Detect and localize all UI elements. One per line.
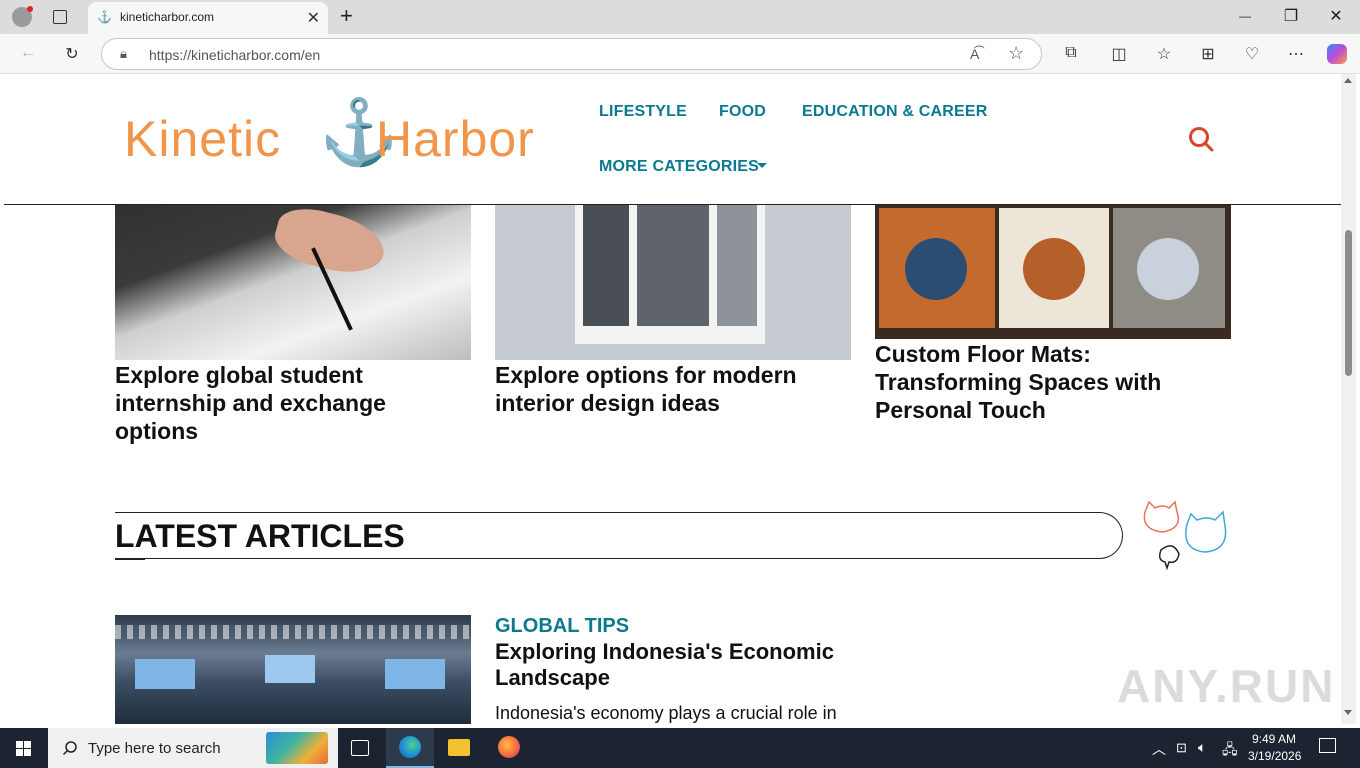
nav-lifestyle[interactable]: LIFESTYLE bbox=[599, 103, 687, 121]
cat-face-icon bbox=[1137, 238, 1199, 300]
page-viewport: Explore global student internship and ex… bbox=[4, 74, 1341, 724]
scroll-up-arrow-icon[interactable] bbox=[1344, 78, 1352, 83]
active-tab[interactable]: ⚓ kineticharbor.com ✕ bbox=[88, 2, 328, 34]
tab-actions-icon[interactable] bbox=[53, 10, 67, 24]
collections-icon[interactable]: ⊞ bbox=[1197, 44, 1219, 64]
caret-down-icon bbox=[757, 163, 767, 168]
more-menu-icon[interactable]: ⋯ bbox=[1285, 44, 1307, 64]
nav-food[interactable]: FOOD bbox=[719, 103, 766, 121]
url-text: https://kineticharbor.com/en bbox=[149, 47, 321, 63]
magnifier-icon bbox=[62, 741, 77, 756]
article-category[interactable]: GLOBAL TIPS bbox=[495, 615, 629, 638]
lock-icon[interactable]: 🔒︎ bbox=[120, 46, 127, 62]
minimize-button[interactable]: — bbox=[1235, 9, 1255, 23]
extensions-icon[interactable]: ⧉ bbox=[1060, 44, 1082, 62]
article-image-stock-exchange[interactable] bbox=[115, 615, 471, 724]
nav-education-career[interactable]: EDUCATION & CAREER bbox=[802, 103, 988, 121]
browser-toolbar: ← ↻ 🔒︎ https://kineticharbor.com/en A͡ ☆… bbox=[0, 34, 1360, 74]
clock-date[interactable]: 3/19/2026 bbox=[1248, 749, 1301, 763]
anyrun-watermark: ANY.RUN bbox=[1117, 660, 1336, 712]
cat-face-icon bbox=[1023, 238, 1085, 300]
tray-app-icon[interactable]: ⊡ bbox=[1176, 740, 1187, 756]
copilot-icon[interactable] bbox=[1327, 44, 1347, 64]
refresh-icon[interactable]: ↻ bbox=[61, 44, 83, 64]
browser-tab-bar: ⚓ kineticharbor.com ✕ + — ❐ ✕ bbox=[0, 0, 1360, 34]
favorite-star-icon[interactable]: ☆ bbox=[1008, 43, 1024, 64]
card-title-floor-mats[interactable]: Custom Floor Mats: Transforming Spaces w… bbox=[875, 340, 1215, 424]
tab-title: kineticharbor.com bbox=[120, 10, 215, 24]
tray-chevron-icon[interactable]: ︿ bbox=[1152, 739, 1166, 759]
notification-dot bbox=[27, 6, 33, 12]
hand-shape bbox=[269, 200, 391, 283]
maximize-button[interactable]: ❐ bbox=[1281, 6, 1301, 26]
notification-center-icon[interactable] bbox=[1319, 738, 1336, 753]
new-tab-button[interactable]: + bbox=[340, 3, 353, 29]
search-highlight-puzzle-icon[interactable] bbox=[266, 732, 328, 764]
window-frame bbox=[575, 194, 765, 344]
split-screen-icon[interactable]: ◫ bbox=[1108, 44, 1130, 64]
taskbar-search-box[interactable]: Type here to search bbox=[48, 728, 338, 768]
firefox-icon[interactable] bbox=[498, 736, 520, 758]
read-aloud-icon[interactable]: A͡ bbox=[970, 46, 979, 62]
address-bar[interactable]: 🔒︎ https://kineticharbor.com/en A͡ ☆ bbox=[101, 38, 1042, 70]
tab-close-icon[interactable]: ✕ bbox=[307, 8, 320, 28]
favorites-icon[interactable]: ☆ bbox=[1153, 44, 1175, 64]
windows-taskbar: Type here to search ︿ ⊡ 🔈︎ 🖧︎ 9:49 AM 3/… bbox=[0, 728, 1360, 768]
volume-icon[interactable]: 🔈︎ bbox=[1198, 739, 1206, 756]
back-icon[interactable]: ← bbox=[17, 44, 39, 62]
edge-taskbar-icon[interactable] bbox=[386, 728, 434, 768]
windows-start-icon[interactable] bbox=[0, 728, 48, 768]
more-categories-label: MORE CATEGORIES bbox=[599, 158, 760, 175]
task-view-icon[interactable] bbox=[351, 740, 369, 756]
browser-essentials-icon[interactable]: ♡ bbox=[1241, 44, 1263, 64]
network-icon[interactable]: 🖧︎ bbox=[1222, 739, 1238, 763]
clock-time[interactable]: 9:49 AM bbox=[1252, 732, 1296, 746]
card-title-internship[interactable]: Explore global student internship and ex… bbox=[115, 361, 455, 445]
article-title[interactable]: Exploring Indonesia's Economic Landscape bbox=[495, 639, 875, 691]
logo-text-right: Harbor bbox=[376, 111, 535, 167]
article-excerpt: Indonesia's economy plays a crucial role… bbox=[495, 703, 837, 723]
decorative-cat-doodle bbox=[1143, 500, 1227, 570]
logo-text-left: Kinetic bbox=[124, 111, 282, 167]
scroll-down-arrow-icon[interactable] bbox=[1344, 710, 1352, 715]
search-icon[interactable] bbox=[1188, 126, 1214, 152]
close-window-button[interactable]: ✕ bbox=[1326, 6, 1346, 26]
card-title-interior[interactable]: Explore options for modern interior desi… bbox=[495, 361, 835, 417]
file-explorer-icon[interactable] bbox=[448, 739, 470, 756]
latest-articles-heading: LATEST ARTICLES bbox=[115, 518, 405, 554]
page-scrollbar[interactable] bbox=[1341, 74, 1356, 724]
taskbar-search-placeholder: Type here to search bbox=[88, 740, 221, 757]
cat-face-icon bbox=[905, 238, 967, 300]
scrollbar-thumb[interactable] bbox=[1345, 230, 1352, 376]
site-favicon-icon: ⚓ bbox=[97, 10, 112, 24]
site-header: Kinetic ⚓ Harbor LIFESTYLE FOOD EDUCATIO… bbox=[4, 74, 1341, 205]
